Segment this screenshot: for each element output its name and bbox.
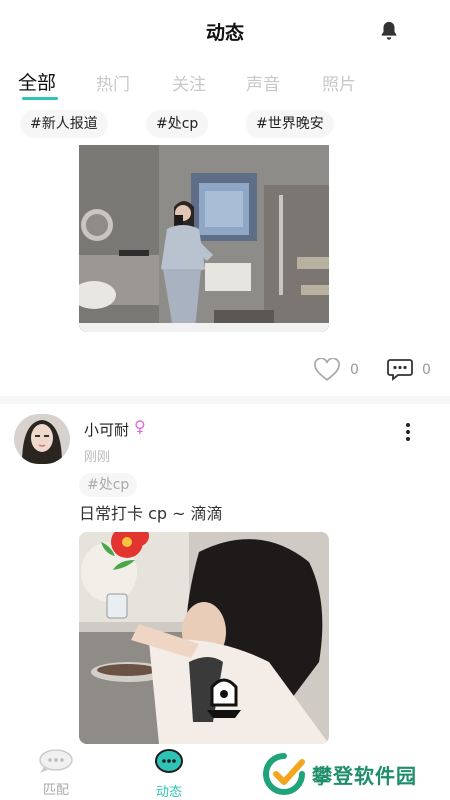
watermark-text: 攀登软件园: [312, 764, 417, 788]
post-text: 日常打卡 cp ~ 滴滴: [79, 504, 223, 523]
topic-chip-cp[interactable]: #处cp: [146, 110, 209, 138]
post-divider: [0, 396, 450, 404]
nav-feed[interactable]: 动态: [139, 749, 199, 800]
tab-follow[interactable]: 关注: [172, 70, 206, 95]
post-photo[interactable]: [79, 532, 329, 744]
comment-icon[interactable]: [387, 357, 413, 381]
bell-icon[interactable]: [378, 20, 400, 42]
post-topic-tag[interactable]: #处cp: [79, 473, 138, 497]
nav-feed-label: 动态: [155, 785, 182, 800]
tab-hot[interactable]: 热门: [96, 70, 130, 95]
avatar[interactable]: [14, 414, 70, 464]
topic-chip-newcomer[interactable]: #新人报道: [20, 110, 108, 138]
gender-female-icon: ♀: [134, 417, 146, 436]
topic-chips: #新人报道 #处cp #世界晚安: [0, 110, 450, 140]
watermark: 攀登软件园: [262, 752, 442, 796]
tab-voice[interactable]: 声音: [246, 70, 280, 95]
like-count: 0: [350, 362, 359, 378]
nav-match-label: 匹配: [42, 783, 69, 798]
feed-tabs: 全部 热门 关注 声音 照片: [0, 66, 450, 102]
header: 动态: [0, 0, 450, 62]
chat-dots-icon: [155, 749, 183, 773]
tab-all[interactable]: 全部: [18, 68, 56, 95]
active-tab-indicator: [22, 97, 58, 100]
topic-chip-goodnight[interactable]: #世界晚安: [246, 110, 334, 138]
comment-count: 0: [422, 362, 431, 378]
post-actions: 0 0: [0, 356, 450, 386]
watermark-logo-icon: [263, 753, 305, 795]
post-time: 刚刚: [84, 450, 111, 465]
more-options-icon[interactable]: [402, 420, 414, 450]
chat-bubble-icon: [39, 749, 73, 773]
post-photo[interactable]: [79, 145, 329, 332]
tab-photo[interactable]: 照片: [322, 70, 356, 95]
username[interactable]: 小可耐: [84, 419, 129, 440]
nav-match[interactable]: 匹配: [26, 749, 86, 798]
heart-icon[interactable]: [314, 358, 340, 382]
